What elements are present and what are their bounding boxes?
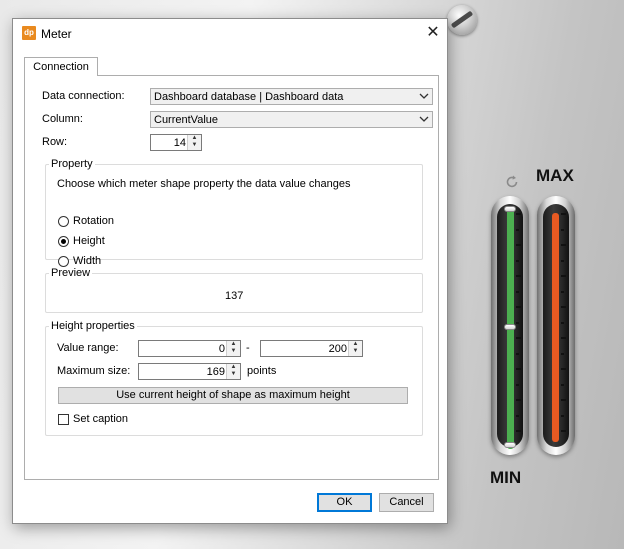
cancel-button[interactable]: Cancel bbox=[379, 493, 434, 512]
max-size-unit: points bbox=[247, 365, 277, 377]
meter-tick bbox=[516, 352, 519, 355]
property-description: Choose which meter shape property the da… bbox=[57, 178, 351, 190]
meter-tick bbox=[561, 352, 564, 355]
meter-tick bbox=[516, 244, 521, 246]
row-label: Row: bbox=[42, 136, 68, 148]
meter-tick bbox=[516, 259, 519, 262]
range-min-stepper[interactable]: 0 ▲ ▼ bbox=[138, 340, 241, 357]
bottom-resize-handle[interactable] bbox=[504, 442, 516, 448]
meter-tick bbox=[516, 383, 519, 386]
meter-tick bbox=[516, 290, 519, 293]
min-label: MIN bbox=[490, 468, 522, 487]
max-size-value: 169 bbox=[206, 366, 225, 378]
meter-tick bbox=[561, 337, 566, 339]
column-select[interactable]: CurrentValue bbox=[150, 111, 433, 128]
property-group-title: Property bbox=[49, 158, 95, 170]
close-button[interactable]: ✕ bbox=[423, 23, 443, 43]
arrow-up-icon[interactable]: ▲ bbox=[188, 135, 201, 142]
meter-tick bbox=[516, 275, 521, 277]
tab-connection[interactable]: Connection bbox=[24, 57, 98, 76]
meter-tick bbox=[516, 228, 519, 231]
range-max-value: 200 bbox=[328, 343, 347, 355]
radio-height-label[interactable]: Height bbox=[73, 235, 105, 247]
set-caption-label[interactable]: Set caption bbox=[73, 413, 128, 425]
meter-tick bbox=[516, 306, 521, 308]
meter-tick bbox=[561, 399, 566, 401]
meter-tick bbox=[561, 414, 564, 417]
arrow-down-icon[interactable]: ▼ bbox=[227, 348, 240, 355]
radio-height[interactable] bbox=[58, 236, 69, 247]
meter-tick bbox=[561, 213, 566, 215]
window-title: Meter bbox=[41, 27, 72, 41]
height-properties-title: Height properties bbox=[49, 320, 137, 332]
radio-width-label[interactable]: Width bbox=[73, 255, 101, 267]
meter-tick bbox=[561, 368, 566, 370]
meter-tick bbox=[561, 228, 564, 231]
chevron-down-icon bbox=[419, 116, 429, 122]
meter-tick bbox=[516, 368, 521, 370]
meter-tick bbox=[561, 290, 564, 293]
meter-tick bbox=[561, 306, 566, 308]
meter-tick bbox=[516, 414, 519, 417]
title-bar: dp Meter ✕ bbox=[13, 19, 447, 49]
column-value: CurrentValue bbox=[154, 114, 218, 126]
stepper-arrows[interactable]: ▲ ▼ bbox=[226, 364, 240, 379]
meter-tick bbox=[561, 430, 566, 432]
max-label: MAX bbox=[536, 166, 574, 185]
meter-tick bbox=[516, 337, 521, 339]
value-range-label: Value range: bbox=[57, 342, 119, 354]
data-connection-label: Data connection: bbox=[42, 90, 125, 102]
ok-button[interactable]: OK bbox=[317, 493, 372, 512]
meter-dialog: dp Meter ✕ Connection Data connection: D… bbox=[12, 18, 448, 524]
range-min-value: 0 bbox=[218, 343, 225, 355]
meter-tick bbox=[561, 244, 566, 246]
top-resize-handle[interactable] bbox=[504, 206, 516, 212]
arrow-down-icon[interactable]: ▼ bbox=[349, 348, 362, 355]
radio-rotation[interactable] bbox=[58, 216, 69, 227]
stepper-arrows[interactable]: ▲ ▼ bbox=[348, 341, 362, 356]
preview-value: 137 bbox=[225, 290, 244, 302]
meter-tick bbox=[516, 399, 521, 401]
arrow-up-icon[interactable]: ▲ bbox=[227, 341, 240, 348]
row-stepper[interactable]: 14 ▲ ▼ bbox=[150, 134, 202, 151]
arrow-up-icon[interactable]: ▲ bbox=[227, 364, 240, 371]
use-current-height-button[interactable]: Use current height of shape as maximum h… bbox=[58, 387, 408, 404]
rotate-handle-icon bbox=[506, 175, 518, 188]
meter-tick bbox=[561, 275, 566, 277]
range-separator: - bbox=[246, 342, 250, 354]
red-meter-fill bbox=[552, 213, 559, 442]
set-caption-checkbox[interactable] bbox=[58, 414, 69, 425]
range-max-stepper[interactable]: 200 ▲ ▼ bbox=[260, 340, 363, 357]
chevron-down-icon bbox=[419, 93, 429, 99]
arrow-up-icon[interactable]: ▲ bbox=[349, 341, 362, 348]
meter-tick bbox=[516, 430, 521, 432]
preview-group-title: Preview bbox=[49, 267, 93, 279]
radio-width[interactable] bbox=[58, 256, 69, 267]
screw-decoration bbox=[447, 5, 477, 35]
data-connection-value: Dashboard database | Dashboard data bbox=[154, 91, 344, 103]
meter-tick bbox=[561, 321, 564, 324]
arrow-down-icon[interactable]: ▼ bbox=[188, 142, 201, 149]
data-connection-select[interactable]: Dashboard database | Dashboard data bbox=[150, 88, 433, 105]
column-label: Column: bbox=[42, 113, 83, 125]
stepper-arrows[interactable]: ▲ ▼ bbox=[226, 341, 240, 356]
meter-tick bbox=[561, 259, 564, 262]
arrow-down-icon[interactable]: ▼ bbox=[227, 371, 240, 378]
middle-resize-handle[interactable] bbox=[504, 324, 516, 330]
max-size-label: Maximum size: bbox=[57, 365, 131, 377]
meter-tick bbox=[561, 383, 564, 386]
meter-tick bbox=[516, 213, 521, 215]
meter-tick bbox=[516, 321, 519, 324]
stepper-arrows[interactable]: ▲ ▼ bbox=[187, 135, 201, 150]
connection-panel: Data connection: Dashboard database | Da… bbox=[24, 75, 439, 480]
radio-rotation-label[interactable]: Rotation bbox=[73, 215, 114, 227]
app-logo-icon: dp bbox=[22, 26, 36, 40]
row-value: 14 bbox=[173, 137, 186, 149]
max-size-stepper[interactable]: 169 ▲ ▼ bbox=[138, 363, 241, 380]
